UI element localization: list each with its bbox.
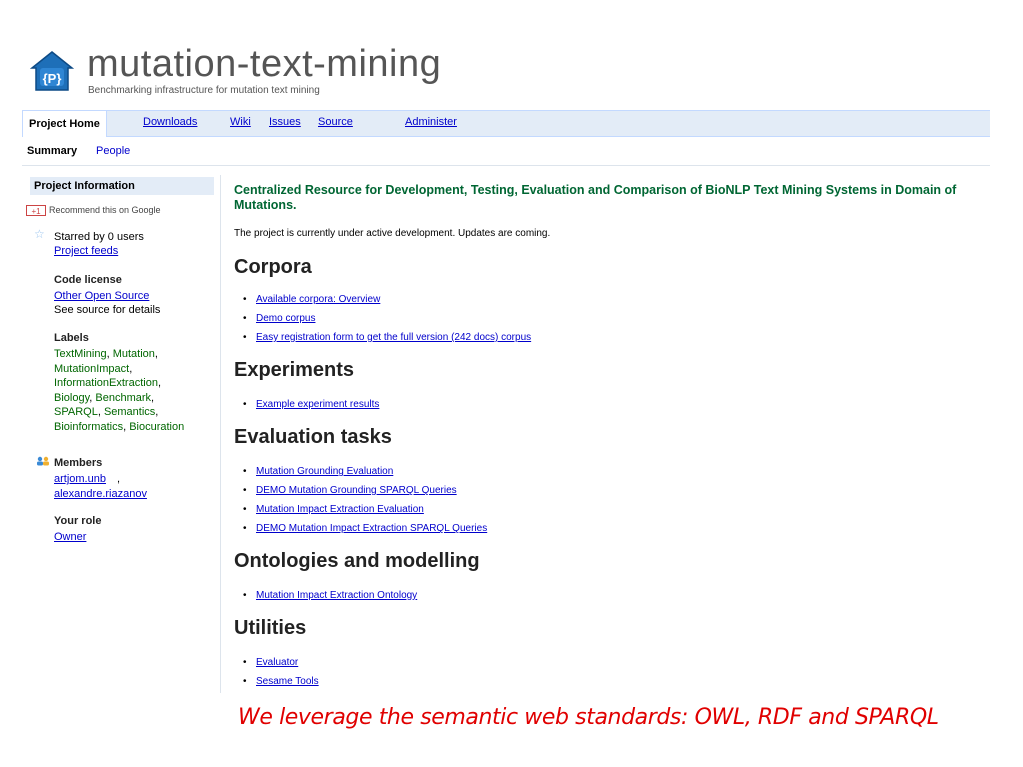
ontologies-list: Mutation Impact Extraction Ontology — [234, 586, 417, 605]
tab-project-home[interactable]: Project Home — [22, 110, 107, 137]
star-icon[interactable]: ☆ — [34, 227, 45, 241]
project-title: mutation-text-mining — [87, 43, 442, 85]
project-header: {P} mutation-text-mining Benchmarking in… — [30, 42, 730, 102]
corpora-list: Available corpora: Overview Demo corpus … — [234, 290, 531, 347]
project-info-sidebar: Project Information +1 Recommend this on … — [26, 175, 221, 693]
semantic-web-note: We leverage the semantic web standards: … — [238, 705, 939, 730]
utilities-list: Evaluator Sesame Tools — [234, 653, 319, 691]
members-title: Members — [54, 457, 103, 469]
tab-administer[interactable]: Administer — [405, 116, 457, 128]
tab-wiki[interactable]: Wiki — [230, 116, 251, 128]
list-item: Mutation Impact Extraction Evaluation — [234, 500, 487, 519]
section-heading-experiments: Experiments — [234, 359, 355, 381]
label-link[interactable]: Biology — [54, 392, 89, 404]
sub-tab-bar: Summary People — [22, 137, 990, 166]
tab-source[interactable]: Source — [318, 116, 353, 128]
list-item: Mutation Impact Extraction Ontology — [234, 586, 417, 605]
tab-downloads[interactable]: Downloads — [143, 116, 197, 128]
demo-impact-sparql-link[interactable]: DEMO Mutation Impact Extraction SPARQL Q… — [256, 523, 487, 534]
code-license-title: Code license — [54, 274, 122, 286]
member-link[interactable]: alexandre.riazanov — [54, 487, 147, 502]
label-link[interactable]: Mutation — [113, 348, 155, 360]
label-link[interactable]: Benchmark — [95, 392, 151, 404]
experiment-results-link[interactable]: Example experiment results — [256, 399, 379, 410]
google-recommend[interactable]: +1 Recommend this on Google — [26, 205, 161, 217]
members-icon — [37, 456, 49, 466]
mutation-grounding-evaluation-link[interactable]: Mutation Grounding Evaluation — [256, 466, 393, 477]
list-item: Evaluator — [234, 653, 319, 672]
project-logo-icon[interactable]: {P} — [30, 50, 74, 94]
code-license-link[interactable]: Other Open Source — [54, 289, 149, 304]
list-item: Example experiment results — [234, 395, 379, 414]
main-tab-bar: Project Home Downloads Wiki Issues Sourc… — [22, 110, 990, 137]
label-link[interactable]: TextMining — [54, 348, 107, 360]
project-feeds-link[interactable]: Project feeds — [54, 245, 118, 257]
evaluation-tasks-list: Mutation Grounding Evaluation DEMO Mutat… — [234, 462, 487, 538]
code-license-note: See source for details — [54, 304, 161, 316]
member-link[interactable]: artjom.unb — [54, 472, 106, 487]
tab-issues[interactable]: Issues — [269, 116, 301, 128]
list-item: DEMO Mutation Impact Extraction SPARQL Q… — [234, 519, 487, 538]
your-role-title: Your role — [54, 515, 102, 527]
section-heading-utilities: Utilities — [234, 617, 307, 639]
impact-extraction-evaluation-link[interactable]: Mutation Impact Extraction Evaluation — [256, 504, 424, 515]
label-link[interactable]: Semantics — [104, 406, 155, 418]
list-item: Demo corpus — [234, 309, 531, 328]
label-link[interactable]: Bioinformatics — [54, 421, 123, 433]
sesame-tools-link[interactable]: Sesame Tools — [256, 676, 319, 687]
list-item: Easy registration form to get the full v… — [234, 328, 531, 347]
label-link[interactable]: Biocuration — [129, 421, 184, 433]
recommend-label: Recommend this on Google — [49, 205, 161, 215]
subtab-people[interactable]: People — [96, 145, 130, 157]
label-link[interactable]: SPARQL — [54, 406, 98, 418]
intro-text: The project is currently under active de… — [234, 228, 551, 239]
demo-grounding-sparql-link[interactable]: DEMO Mutation Grounding SPARQL Queries — [256, 485, 457, 496]
google-plus-one-icon[interactable]: +1 — [26, 205, 46, 217]
corpora-overview-link[interactable]: Available corpora: Overview — [256, 294, 380, 305]
project-headline: Centralized Resource for Development, Te… — [234, 183, 957, 212]
impact-ontology-link[interactable]: Mutation Impact Extraction Ontology — [256, 590, 417, 601]
experiments-list: Example experiment results — [234, 395, 379, 414]
evaluator-link[interactable]: Evaluator — [256, 657, 298, 668]
list-item: DEMO Mutation Grounding SPARQL Queries — [234, 481, 487, 500]
demo-corpus-link[interactable]: Demo corpus — [256, 313, 315, 324]
labels-list: TextMining, Mutation, MutationImpact, In… — [54, 348, 185, 433]
subtab-summary[interactable]: Summary — [27, 145, 77, 157]
list-item: Available corpora: Overview — [234, 290, 531, 309]
svg-text:{P}: {P} — [43, 71, 62, 86]
list-item: Sesame Tools — [234, 672, 319, 691]
sidebar-title: Project Information — [30, 177, 214, 195]
section-heading-ontologies: Ontologies and modelling — [234, 550, 480, 572]
label-link[interactable]: InformationExtraction — [54, 377, 158, 389]
label-link[interactable]: MutationImpact — [54, 363, 129, 375]
starred-count: Starred by 0 users — [54, 231, 144, 243]
section-heading-corpora: Corpora — [234, 256, 312, 278]
list-item: Mutation Grounding Evaluation — [234, 462, 487, 481]
labels-title: Labels — [54, 332, 89, 344]
role-value-link[interactable]: Owner — [54, 530, 86, 545]
project-subtitle: Benchmarking infrastructure for mutation… — [88, 85, 320, 96]
section-heading-evaluation-tasks: Evaluation tasks — [234, 426, 392, 448]
registration-form-link[interactable]: Easy registration form to get the full v… — [256, 332, 531, 343]
